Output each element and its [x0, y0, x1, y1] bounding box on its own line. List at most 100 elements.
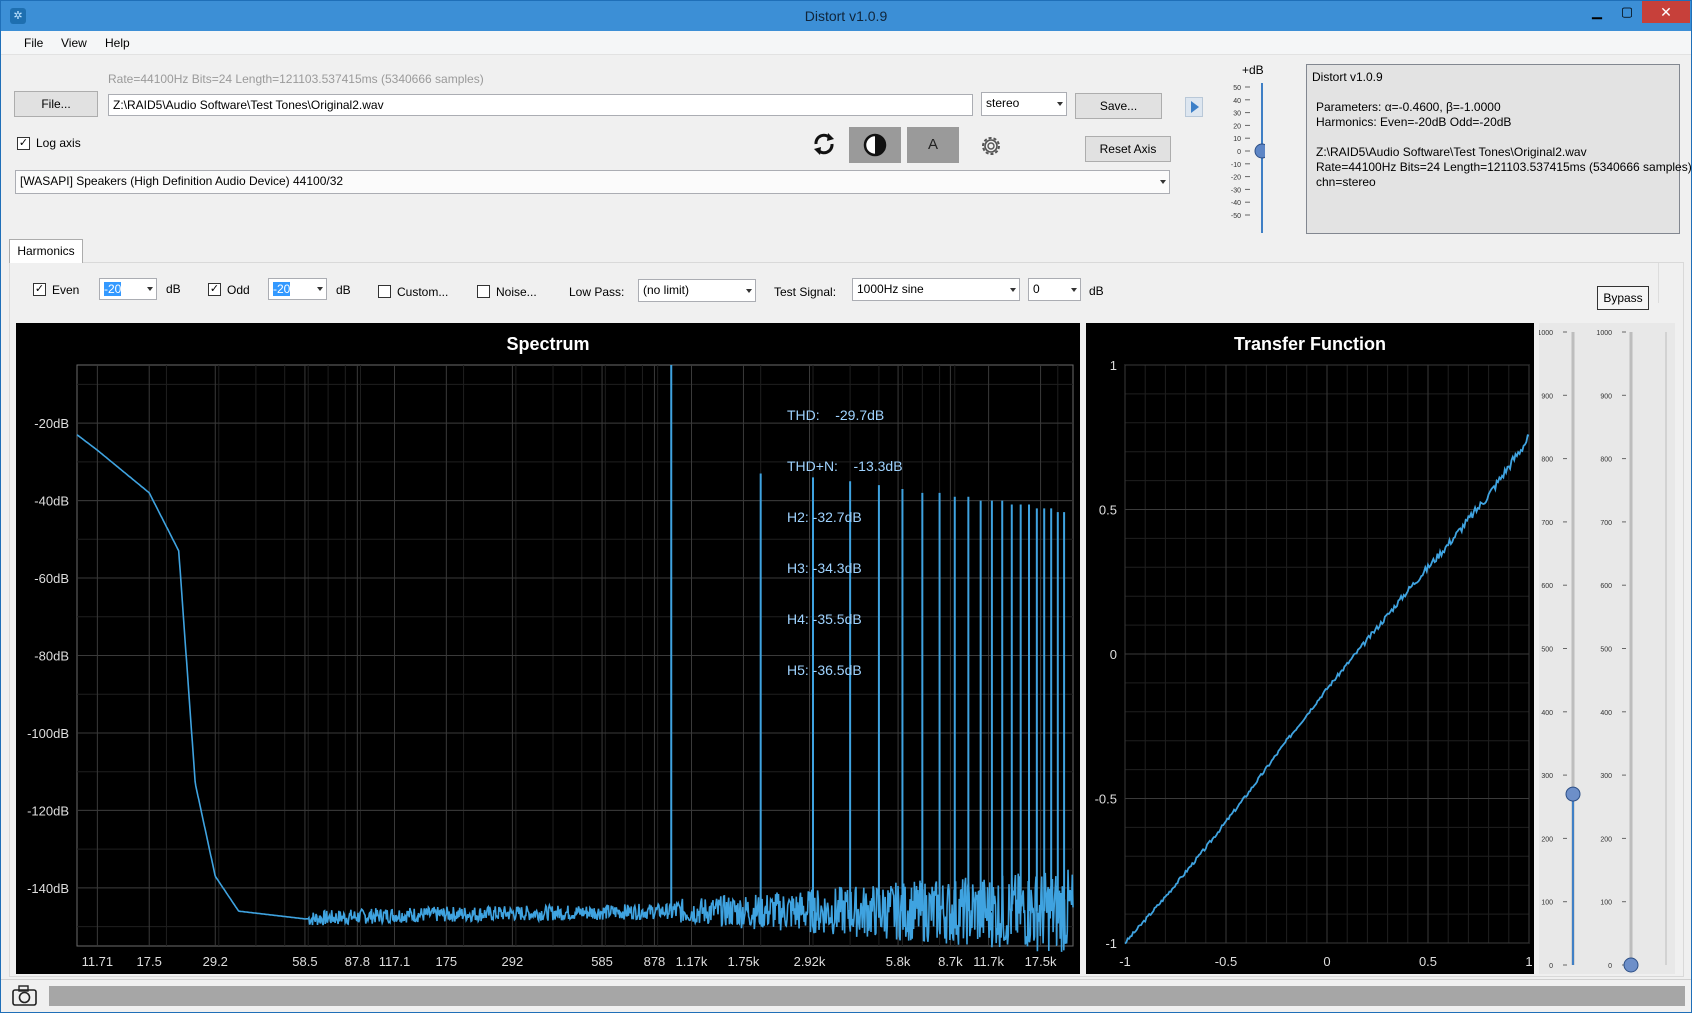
info-panel: Distort v1.0.9 Parameters: α=-0.4600, β=…	[1306, 64, 1692, 234]
gain-tick-label: -10	[1231, 162, 1241, 169]
contrast-icon	[863, 133, 887, 157]
h5-value: H5: -36.5dB	[787, 662, 862, 678]
scrollbar[interactable]	[1658, 263, 1680, 303]
device-select[interactable]: [WASAPI] Speakers (High Definition Audio…	[15, 170, 1170, 194]
close-button[interactable]: ✕	[1642, 1, 1690, 23]
spectrum-noise-floor	[76, 434, 1074, 952]
gain-tick-label: -50	[1231, 213, 1241, 220]
alpha-tick-label: 400	[1541, 710, 1553, 717]
spectrum-x-tick-label: 11.7k	[973, 954, 1004, 969]
alpha-beta-sliders[interactable]: 1000 900 800 700 600 500 400 300 200 100 0 1000 900 8…	[1537, 323, 1675, 974]
custom-checkbox[interactable]	[378, 285, 391, 298]
beta-tick-label: 900	[1600, 393, 1612, 400]
info-line: Parameters: α=-0.4600, β=-1.0000	[1316, 100, 1501, 114]
custom-label[interactable]: Custom...	[397, 285, 448, 299]
spectrum-y-tick-label: -80dB	[34, 649, 69, 664]
even-checkbox[interactable]: ✓	[33, 283, 46, 296]
low-pass-label: Low Pass:	[569, 285, 625, 299]
transfer-y-tick-label: -0.5	[1095, 792, 1117, 807]
spectrum-x-tick-label: 2.92k	[794, 954, 826, 969]
beta-tick-label: 600	[1600, 583, 1612, 590]
transfer-x-tick-label: 0.5	[1419, 954, 1437, 969]
side-slider-track: 1000900800700600500400300200100010009008…	[1537, 330, 1667, 973]
gain-label: +dB	[1242, 63, 1264, 77]
play-button[interactable]	[1185, 97, 1203, 117]
file-button[interactable]: File...	[14, 91, 98, 117]
app-window: ✲ Distort v1.0.9 ▁ ▢ ✕ File View Help Ra…	[0, 0, 1692, 1013]
alpha-tick-label: 100	[1541, 900, 1553, 907]
alpha-tick-label: 1000	[1539, 330, 1553, 337]
info-line: Z:\RAID5\Audio Software\Test Tones\Origi…	[1316, 145, 1587, 159]
reset-axis-button[interactable]: Reset Axis	[1085, 136, 1171, 162]
gain-thumb	[1254, 143, 1270, 159]
spectrum-x-tick-label: 292	[502, 954, 524, 969]
spectrum-x-tick-label: 87.8	[345, 954, 370, 969]
signal-level-unit: dB	[1089, 284, 1104, 298]
beta-tick-label: 800	[1600, 457, 1612, 464]
beta-tick-label: 500	[1600, 647, 1612, 654]
status-bar	[1, 979, 1691, 1012]
spectrum-x-tick-label: 8.7k	[938, 954, 963, 969]
signal-level-select[interactable]: 0	[1028, 278, 1081, 301]
transfer-x-tick-label: 1	[1525, 954, 1532, 969]
chevron-down-icon	[147, 287, 153, 291]
transfer-y-tick-label: 0.5	[1099, 503, 1117, 518]
spectrum-y-tick-label: -120dB	[27, 803, 69, 818]
test-signal-value: 1000Hz sine	[857, 282, 924, 296]
gain-tick-label: 40	[1233, 98, 1241, 105]
spectrum-y-tick-label: -140dB	[27, 881, 69, 896]
test-signal-select[interactable]: 1000Hz sine	[852, 278, 1020, 301]
alpha-tick-label: 600	[1541, 583, 1553, 590]
h2-value: H2: -32.7dB	[787, 509, 862, 525]
progress-bar	[49, 986, 1685, 1006]
transfer-x-tick-label: -1	[1119, 954, 1131, 969]
alpha-tick-label: 300	[1541, 773, 1553, 780]
maximize-button[interactable]: ▢	[1613, 1, 1641, 23]
refresh-button[interactable]	[810, 130, 838, 158]
menu-view[interactable]: View	[61, 36, 87, 50]
odd-level-select[interactable]: -20	[268, 278, 327, 300]
even-level-select[interactable]: -20	[99, 278, 157, 300]
menu-help[interactable]: Help	[105, 36, 130, 50]
tab-harmonics[interactable]: Harmonics	[9, 239, 83, 263]
bypass-button[interactable]: Bypass	[1597, 286, 1649, 310]
file-path-input[interactable]: Z:\RAID5\Audio Software\Test Tones\Origi…	[108, 94, 973, 116]
gain-slider[interactable]: 50 40 30 20 10 0 -10 -20 -30 -40 -50	[1223, 83, 1270, 235]
odd-unit: dB	[336, 283, 351, 297]
odd-checkbox[interactable]: ✓	[208, 283, 221, 296]
a-button[interactable]: A	[907, 127, 959, 163]
beta-tick-label: 400	[1600, 710, 1612, 717]
thdn-value: THD+N: -13.3dB	[787, 458, 903, 474]
alpha-tick-label: 800	[1541, 457, 1553, 464]
beta-tick-label: 200	[1600, 836, 1612, 843]
gear-icon	[982, 137, 1000, 155]
log-axis-checkbox[interactable]: ✓	[17, 137, 30, 150]
noise-label[interactable]: Noise...	[496, 285, 537, 299]
beta-tick-label: 100	[1600, 900, 1612, 907]
settings-button[interactable]	[978, 133, 1004, 159]
spectrum-x-tick-label: 1.75k	[728, 954, 760, 969]
title-bar: ✲ Distort v1.0.9 ▁ ▢ ✕	[1, 1, 1691, 31]
low-pass-select[interactable]: (no limit)	[638, 279, 756, 302]
transfer-y-tick-label: -1	[1105, 936, 1117, 951]
spectrum-x-tick-label: 1.17k	[676, 954, 708, 969]
noise-checkbox[interactable]	[477, 285, 490, 298]
chevron-down-icon	[1057, 102, 1063, 106]
transfer-x-tick-label: -0.5	[1215, 954, 1237, 969]
minimize-button[interactable]: ▁	[1583, 1, 1611, 23]
contrast-button[interactable]	[849, 127, 901, 163]
transfer-chart: 1 0.5 0 -0.5 -1-1 -0.5 0 0.5 1	[1095, 358, 1533, 969]
gain-tick-label: 30	[1233, 111, 1241, 118]
transfer-x-tick-label: 0	[1323, 954, 1330, 969]
menu-file[interactable]: File	[24, 36, 43, 50]
chevron-down-icon	[317, 287, 323, 291]
channel-select[interactable]: stereo	[981, 92, 1067, 116]
alpha-tick-label: 200	[1541, 836, 1553, 843]
transfer-y-tick-label: 1	[1110, 358, 1117, 373]
save-button[interactable]: Save...	[1075, 93, 1162, 119]
spectrum-x-tick-label: 585	[591, 954, 613, 969]
screenshot-button[interactable]	[11, 984, 39, 1008]
gain-tick-label: -30	[1231, 187, 1241, 194]
window-title: Distort v1.0.9	[804, 8, 888, 24]
menu-bar: File View Help	[1, 31, 1691, 55]
